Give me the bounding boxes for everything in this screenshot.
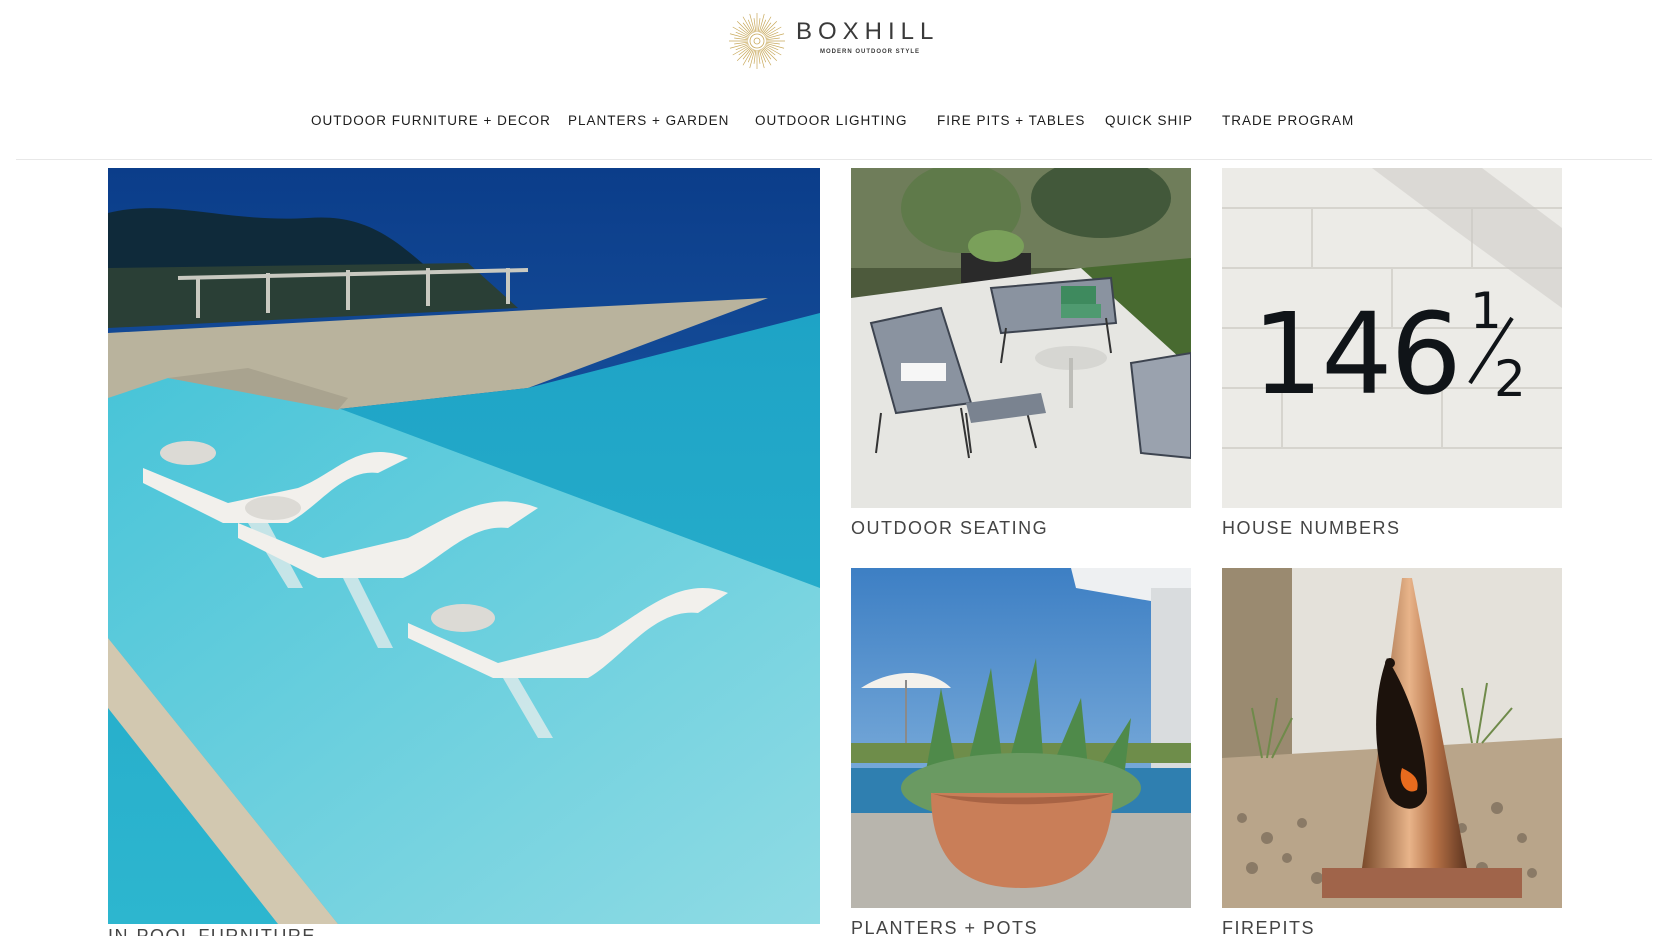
- category-label-outdoor-seating[interactable]: OUTDOOR SEATING: [851, 518, 1048, 539]
- header-divider: [16, 159, 1652, 160]
- house-number-fraction-numerator: 1: [1470, 282, 1502, 340]
- nav-trade-program[interactable]: TRADE PROGRAM: [1222, 113, 1354, 128]
- house-number-text: 146: [1252, 290, 1460, 420]
- brand-name: BOXHILL: [796, 18, 940, 45]
- house-numbers-image: 146 1 2: [1222, 168, 1562, 508]
- brand-tagline: MODERN OUTDOOR STYLE: [820, 49, 921, 55]
- sunburst-ray: [763, 47, 778, 62]
- main-nav: OUTDOOR FURNITURE + DECOR PLANTERS + GAR…: [0, 113, 1663, 133]
- sunburst-ray: [763, 20, 778, 35]
- category-label-house-numbers[interactable]: HOUSE NUMBERS: [1222, 518, 1401, 539]
- nav-quick-ship[interactable]: QUICK SHIP: [1105, 113, 1193, 128]
- brand-logo[interactable]: BOXHILL MODERN OUTDOOR STYLE: [728, 12, 948, 72]
- nav-outdoor-furniture-decor[interactable]: OUTDOOR FURNITURE + DECOR: [311, 113, 551, 128]
- house-number-fraction-denominator: 2: [1494, 350, 1526, 408]
- in-pool-furniture-image: [108, 168, 820, 924]
- category-tile-outdoor-seating[interactable]: [851, 168, 1191, 508]
- sunburst-ray: [736, 47, 751, 62]
- category-tile-in-pool-furniture[interactable]: [108, 168, 820, 924]
- sunburst-ray: [736, 20, 751, 35]
- nav-fire-pits-tables[interactable]: FIRE PITS + TABLES: [937, 113, 1085, 128]
- category-tile-firepits[interactable]: [1222, 568, 1562, 908]
- nav-planters-garden[interactable]: PLANTERS + GARDEN: [568, 113, 729, 128]
- nav-outdoor-lighting[interactable]: OUTDOOR LIGHTING: [755, 113, 908, 128]
- outdoor-seating-image: [851, 168, 1191, 508]
- sunburst-icon: [729, 13, 785, 69]
- category-tile-planters-pots[interactable]: [851, 568, 1191, 908]
- firepits-image: [1222, 568, 1562, 908]
- category-label-in-pool-furniture[interactable]: IN-POOL FURNITURE: [108, 926, 316, 936]
- category-tile-house-numbers[interactable]: 146 1 2: [1222, 168, 1562, 508]
- planters-pots-image: [851, 568, 1191, 908]
